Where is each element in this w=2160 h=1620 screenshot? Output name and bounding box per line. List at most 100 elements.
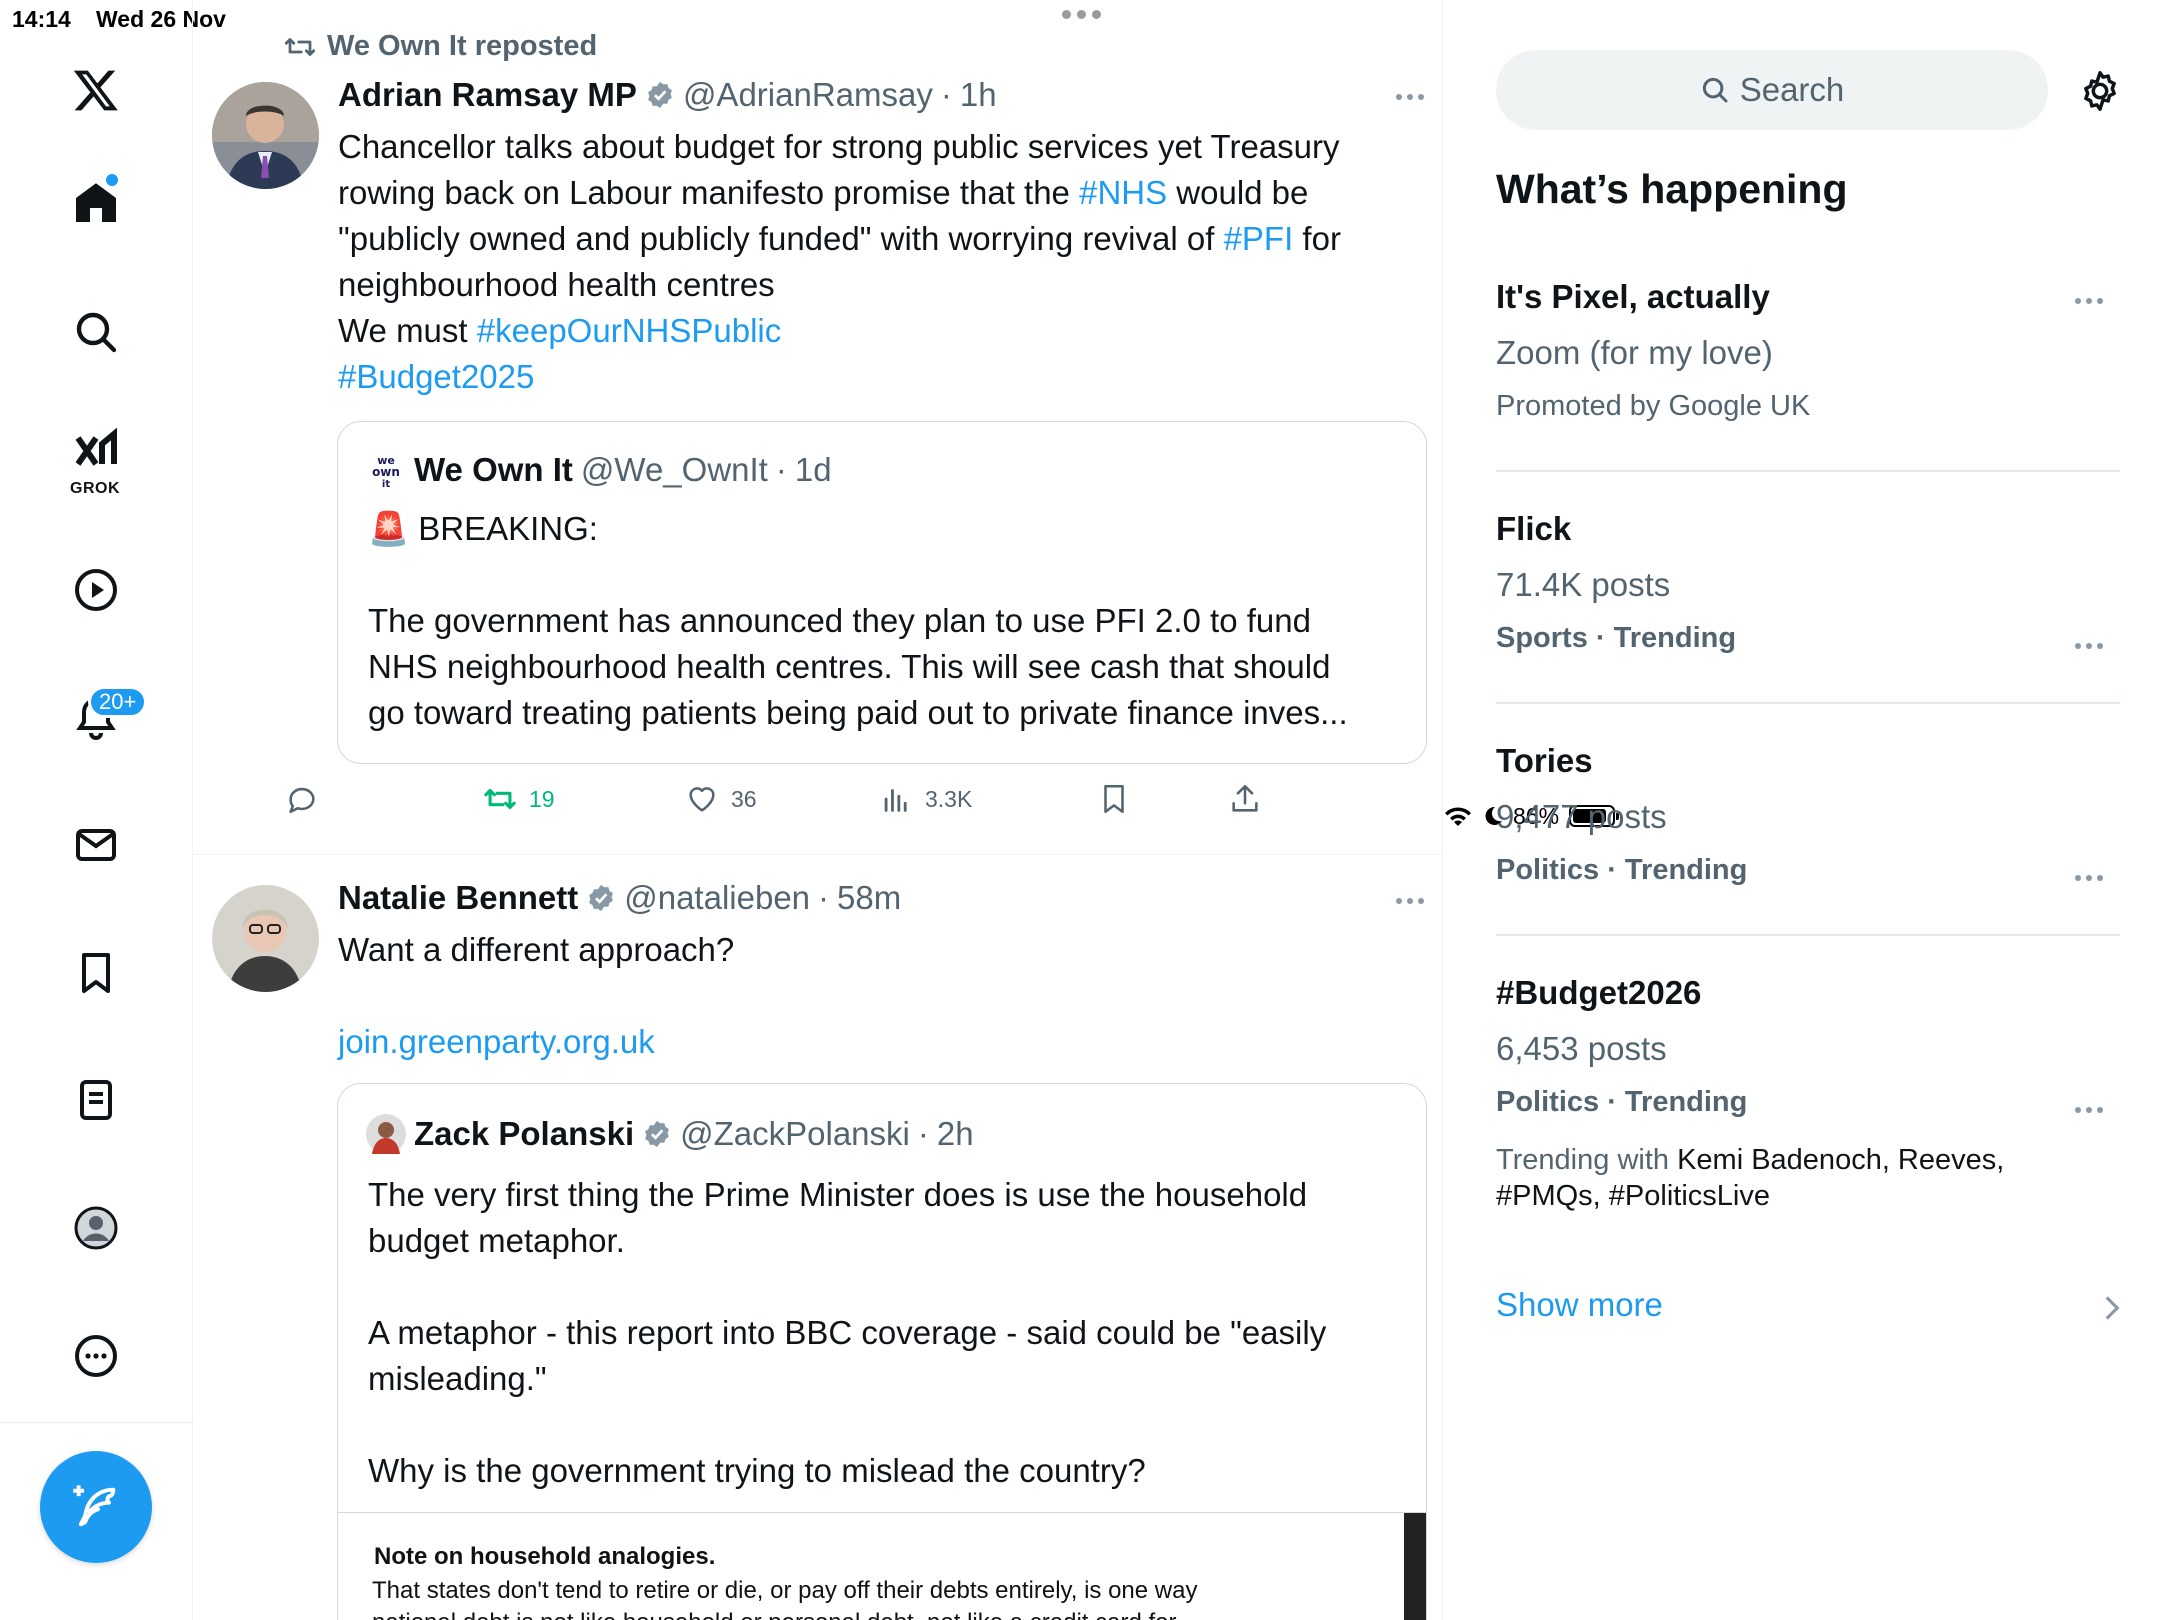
tweet-divider [193, 854, 1442, 855]
quote-author-name: Zack Polanski [414, 1115, 635, 1152]
bookmark-button[interactable] [1097, 782, 1131, 816]
trend-category: Sports · Trending [1496, 622, 1737, 654]
quote-separator: · [917, 1115, 929, 1152]
repost-indicator: We Own It reposted [285, 30, 597, 63]
verified-badge-icon [589, 884, 614, 912]
trend-more-icon[interactable] [2075, 1107, 2103, 1113]
trend-category: Politics · Trending [1496, 854, 1748, 886]
quote-line: The government has announced they plan t… [368, 602, 1311, 639]
header-separator: · [818, 879, 830, 916]
trend-item[interactable]: #Budget2026 6,453 posts Politics · Trend… [1496, 974, 2116, 1214]
home-new-indicator [106, 174, 118, 186]
quote-text: The very first thing the Prime Minister … [368, 1172, 1408, 1494]
trend-item[interactable]: Tories 9,477 posts Politics · Trending [1496, 742, 2116, 887]
tweet-actions: 19 36 3.3K [285, 782, 1285, 826]
quote-header: Zack Polanski @ZackPolanski · 2h [366, 1114, 974, 1154]
repost-button[interactable]: 19 [483, 782, 555, 816]
quote-time: 1d [794, 451, 832, 488]
trend-more-icon[interactable] [2075, 875, 2103, 881]
image-doc-title: Note on household analogies. [374, 1543, 716, 1570]
views-count: 3.3K [925, 785, 973, 812]
hashtag-link[interactable]: #Budget2025 [338, 358, 534, 395]
explore-search-icon[interactable] [66, 302, 126, 362]
tweet-time[interactable]: 58m [837, 879, 901, 917]
trend-title: #Budget2026 [1496, 974, 1702, 1011]
avatar[interactable] [212, 885, 319, 992]
trend-item[interactable]: It's Pixel, actually Zoom (for my love) … [1496, 278, 2116, 423]
show-more-link[interactable]: Show more [1496, 1286, 1663, 1324]
views-button[interactable]: 3.3K [879, 782, 972, 816]
quoted-tweet[interactable]: Zack Polanski @ZackPolanski · 2h The ver… [337, 1083, 1427, 1620]
quote-author-handle: @We_OwnIt [580, 451, 768, 488]
tweet-more-icon[interactable] [1396, 94, 1424, 100]
repost-label: We Own It reposted [327, 30, 598, 62]
trend-divider [1496, 934, 2120, 936]
tweet-line: "publicly owned and publicly funded" wit… [338, 220, 1341, 257]
quote-author-name: We Own It [414, 451, 573, 488]
left-nav: GROK 20+ [0, 0, 193, 1620]
author-name[interactable]: Natalie Bennett [338, 879, 578, 917]
search-placeholder: Search [1739, 71, 1845, 108]
share-icon [1232, 784, 1258, 812]
tweet-line: We must #keepOurNHSPublic [338, 312, 782, 349]
settings-gear-icon[interactable] [2077, 68, 2123, 114]
image-doc-body: That states don't tend to retire or die,… [372, 1577, 1198, 1620]
svg-text:it: it [382, 479, 390, 490]
reply-button[interactable] [285, 782, 319, 816]
author-handle[interactable]: @natalieben [624, 879, 810, 917]
video-play-icon[interactable] [66, 560, 126, 620]
compose-post-button[interactable] [40, 1451, 152, 1563]
quote-author-handle: @ZackPolanski [680, 1115, 910, 1152]
lists-icon[interactable] [66, 1070, 126, 1130]
search-input[interactable]: Search [1496, 50, 2048, 130]
trend-subtitle: 71.4K posts [1496, 566, 1671, 603]
hashtag-link[interactable]: #PFI [1224, 220, 1294, 257]
quoted-tweet[interactable]: we own it We Own It @We_OwnIt · 1d 🚨 BREAK… [337, 421, 1427, 764]
like-button[interactable]: 36 [685, 782, 757, 816]
verified-badge-icon [645, 1120, 669, 1148]
tweet-more-icon[interactable] [1396, 898, 1424, 904]
quote-line: go toward treating patients being paid o… [368, 694, 1348, 731]
trend-title: It's Pixel, actually [1496, 278, 1770, 315]
avatar[interactable] [212, 82, 319, 189]
quote-image[interactable]: Note on household analogies. That states… [338, 1512, 1426, 1620]
right-sidebar: Search What’s happening It's Pixel, actu… [1443, 0, 2160, 1620]
trend-more-icon[interactable] [2075, 298, 2103, 304]
author-handle[interactable]: @AdrianRamsay [683, 76, 933, 114]
tweet-line: Want a different approach? [338, 931, 735, 968]
tweet-header: Adrian Ramsay MP @AdrianRamsay · 1h [338, 76, 997, 114]
quote-line: misleading." [368, 1360, 547, 1397]
quote-time: 2h [936, 1115, 974, 1152]
heart-icon [689, 787, 715, 812]
messages-envelope-icon[interactable] [66, 815, 126, 875]
tweet-line: #Budget2025 [338, 354, 1398, 400]
bookmarks-icon[interactable] [66, 943, 126, 1003]
tweet-time[interactable]: 1h [960, 76, 997, 114]
grok-icon[interactable] [66, 422, 126, 482]
quote-avatar [366, 1114, 406, 1154]
quote-header: we own it We Own It @We_OwnIt · 1d [366, 450, 832, 490]
quote-line: NHS neighbourhood health centres. This w… [368, 648, 1331, 685]
share-button[interactable] [1228, 782, 1262, 816]
trend-title: Tories [1496, 742, 1593, 779]
repost-icon [484, 788, 516, 810]
trend-item[interactable]: Flick 71.4K posts Sports · Trending [1496, 510, 2116, 655]
quote-separator: · [775, 451, 787, 488]
compose-feather-icon [73, 1485, 116, 1527]
hashtag-link[interactable]: #NHS [1079, 174, 1167, 211]
nav-divider [0, 1422, 193, 1423]
repost-icon [285, 37, 315, 56]
profile-avatar-icon[interactable] [66, 1198, 126, 1258]
quote-line: The very first thing the Prime Minister … [368, 1176, 1308, 1213]
more-options-icon[interactable] [66, 1326, 126, 1386]
chevron-right-icon [2105, 1296, 2120, 1320]
trend-more-icon[interactable] [2075, 643, 2103, 649]
external-link[interactable]: join.greenparty.org.uk [338, 1019, 1398, 1065]
like-count: 36 [731, 785, 757, 812]
hashtag-link[interactable]: #keepOurNHSPublic [477, 312, 781, 349]
grok-label: GROK [70, 480, 120, 497]
x-logo-icon[interactable] [66, 60, 126, 120]
author-name[interactable]: Adrian Ramsay MP [338, 76, 637, 114]
trend-promoted: Promoted by Google UK [1496, 390, 1811, 422]
repost-count: 19 [529, 785, 555, 812]
